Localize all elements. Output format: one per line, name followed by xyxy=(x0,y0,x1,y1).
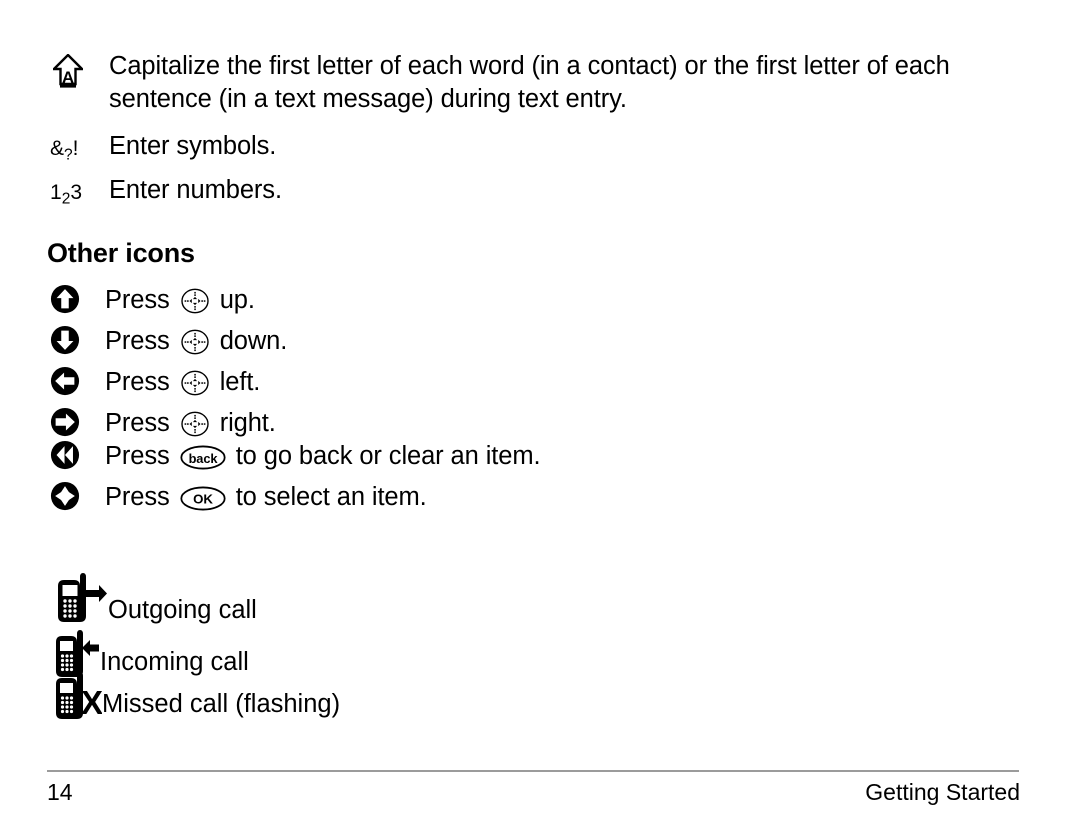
list-item: Press down. xyxy=(50,325,287,364)
navigation-key-icon xyxy=(180,288,210,323)
missed-call-icon: X xyxy=(56,672,102,721)
numbers-glyph-post: 3 xyxy=(70,181,83,204)
navigation-key-icon xyxy=(180,370,210,405)
ok-key-label: OK xyxy=(193,491,213,506)
press-label: Press xyxy=(105,483,170,511)
arrow-up-circle-icon xyxy=(50,284,80,314)
list-item-text: Enter numbers. xyxy=(109,176,282,204)
list-item: &?! Enter symbols. xyxy=(47,130,1007,168)
list-item: Press OK to select an item. xyxy=(50,481,427,521)
outgoing-call-icon xyxy=(58,573,107,622)
list-item-label: Missed call (flashing) xyxy=(102,690,341,718)
list-item: 123 Enter numbers. xyxy=(47,174,1007,212)
back-circle-icon xyxy=(50,440,80,470)
symbols-mode-icon: &?! xyxy=(50,136,79,168)
back-key-label: back xyxy=(188,451,218,466)
numbers-glyph-pre: 1 xyxy=(50,181,62,204)
select-bullet-cell xyxy=(50,481,105,511)
numbers-mode-icon: 123 xyxy=(50,180,82,212)
arrow-left-bullet-cell xyxy=(50,366,105,396)
page-number: 14 xyxy=(47,779,73,805)
page-section-heading: Other icons xyxy=(47,238,195,268)
select-circle-icon xyxy=(50,481,80,511)
svg-text:A: A xyxy=(62,68,74,87)
direction-label: right. xyxy=(219,409,276,437)
list-item-text: Press OK to select an item. xyxy=(105,481,427,521)
footer-section-title: Getting Started xyxy=(865,779,1020,805)
press-label: Press xyxy=(105,368,170,396)
list-item: Press back to go back or clear an item. xyxy=(50,440,541,480)
manual-page: A Capitalize the first letter of each wo… xyxy=(0,0,1080,834)
direction-label: up. xyxy=(219,286,255,314)
svg-text:X: X xyxy=(81,684,102,721)
list-item: X Missed call (flashing) xyxy=(50,670,340,726)
ok-key-icon: OK xyxy=(180,485,226,521)
capslock-arrow-a-icon: A xyxy=(53,54,83,88)
press-label: Press xyxy=(105,442,170,470)
back-key-icon: back xyxy=(180,444,226,480)
arrow-down-bullet-cell xyxy=(50,325,105,355)
footer-divider xyxy=(47,770,1019,772)
action-label: to select an item. xyxy=(235,483,427,511)
list-item-text: Press back to go back or clear an item. xyxy=(105,440,541,480)
arrow-down-circle-icon xyxy=(50,325,80,355)
direction-label: left. xyxy=(219,368,261,396)
direction-label: down. xyxy=(219,327,288,355)
arrow-right-bullet-cell xyxy=(50,407,105,437)
press-label: Press xyxy=(105,409,170,437)
list-item-text: Enter symbols. xyxy=(109,132,277,160)
list-item-text: Press left. xyxy=(105,366,260,405)
arrow-right-circle-icon xyxy=(50,407,80,437)
action-label: to go back or clear an item. xyxy=(235,442,541,470)
back-bullet-cell xyxy=(50,440,105,470)
list-item: Outgoing call xyxy=(50,570,257,628)
list-item-text: Capitalize the first letter of each word… xyxy=(109,52,950,113)
numbers-glyph-cell: 123 xyxy=(47,174,109,212)
list-item-label: Outgoing call xyxy=(108,596,257,624)
arrow-up-bullet-cell xyxy=(50,284,105,314)
press-label: Press xyxy=(105,327,170,355)
symbols-glyph-pre: & xyxy=(50,137,65,160)
list-item-text: Press up. xyxy=(105,284,255,323)
list-item: A Capitalize the first letter of each wo… xyxy=(47,50,1007,116)
navigation-key-icon xyxy=(180,329,210,364)
symbols-glyph-sub: ? xyxy=(64,146,73,164)
press-label: Press xyxy=(105,286,170,314)
capslock-glyph-cell: A xyxy=(47,50,109,94)
symbols-glyph-cell: &?! xyxy=(47,130,109,168)
list-item: Press left. xyxy=(50,366,260,405)
symbols-glyph-post: ! xyxy=(72,137,79,160)
list-item: Press up. xyxy=(50,284,255,323)
list-item-text: Press down. xyxy=(105,325,287,364)
arrow-left-circle-icon xyxy=(50,366,80,396)
